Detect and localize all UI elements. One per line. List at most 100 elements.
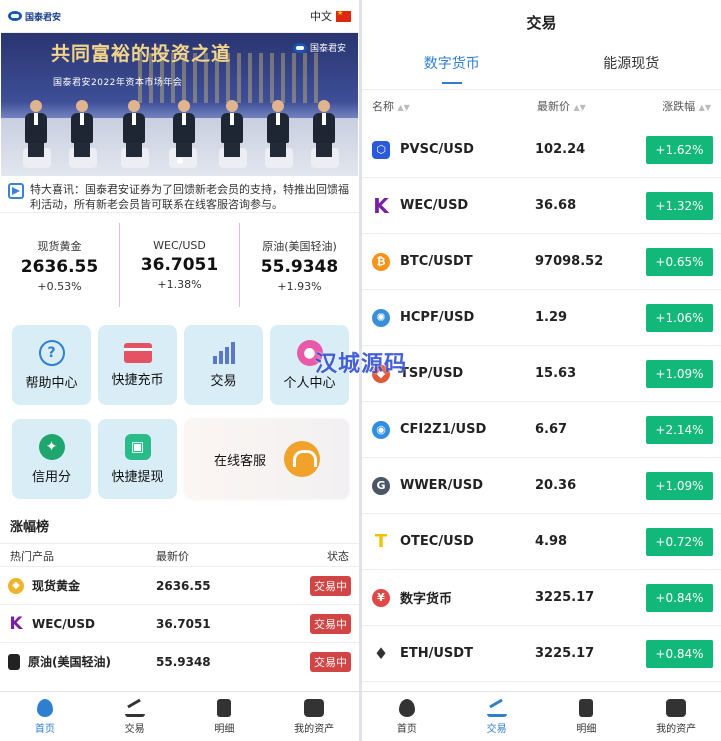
change-badge: +1.62% xyxy=(646,135,713,164)
pagination-dot[interactable] xyxy=(176,158,183,164)
sort-change[interactable]: 涨跌幅 ▲▼ xyxy=(651,98,711,114)
sort-name[interactable]: 名称 ▲▼ xyxy=(372,98,537,114)
quick-recharge-button[interactable]: 快捷充币 xyxy=(98,325,177,405)
quote-card[interactable]: WEC/USD 36.7051 +1.38% xyxy=(119,223,239,307)
status-badge: 交易中 xyxy=(310,613,351,634)
change-badge: +2.14% xyxy=(646,415,713,444)
tab-assets[interactable]: 我的资产 xyxy=(631,692,721,741)
tab-trade[interactable]: 交易 xyxy=(90,692,180,741)
tab-label: 明细 xyxy=(576,723,597,735)
assets-wallet-icon xyxy=(304,698,325,717)
tab-home[interactable]: 首页 xyxy=(362,692,452,741)
table-row[interactable]: T OTEC/USD 4.98 +0.72% xyxy=(362,514,721,570)
table-row[interactable]: ¥ 数字货币 3225.17 +0.84% xyxy=(362,570,721,626)
quote-price: 55.9348 xyxy=(260,256,339,277)
table-row[interactable]: K WEC/USD 36.68 +1.32% xyxy=(362,178,721,234)
product-price: 2636.55 xyxy=(156,578,211,593)
trade-icon xyxy=(486,699,507,717)
details-icon xyxy=(579,698,594,717)
change-badge: +0.65% xyxy=(646,247,713,276)
list-item[interactable]: ◆ 现货黄金 2636.55 交易中 xyxy=(0,566,359,604)
bottom-nav: 首页 交易 明细 我的资产 xyxy=(0,691,359,741)
col-status: 状态 xyxy=(327,550,349,563)
table-row[interactable]: ₿ BTC/USDT 97098.52 +0.65% xyxy=(362,234,721,290)
home-flame-icon xyxy=(398,698,415,717)
quick-withdraw-button[interactable]: ▣ 快捷提现 xyxy=(98,419,177,499)
online-service-label: 在线客服 xyxy=(213,453,266,469)
tab-assets[interactable]: 我的资产 xyxy=(269,692,359,741)
page-title: 交易 xyxy=(526,14,557,32)
quote-change: +1.93% xyxy=(277,279,322,293)
pair-price: 102.24 xyxy=(535,142,586,157)
promo-banner[interactable]: 共同富裕的投资之道 国泰君安 国泰君安2022年资本市场年会 xyxy=(1,33,358,176)
language-switch[interactable]: 中文 xyxy=(310,8,351,24)
banner-logo-icon xyxy=(292,42,307,53)
quote-card[interactable]: 原油(美国轻油) 55.9348 +1.93% xyxy=(239,223,359,307)
trade-button[interactable]: 交易 xyxy=(184,325,263,405)
quote-change: +0.53% xyxy=(37,279,82,293)
pair-price: 36.68 xyxy=(535,198,577,213)
quick-withdraw-label: 快捷提现 xyxy=(111,469,164,485)
list-item[interactable]: K WEC/USD 36.7051 交易中 xyxy=(0,604,359,642)
sort-icon: ▲▼ xyxy=(573,103,586,112)
list-item[interactable]: 原油(美国轻油) 55.9348 交易中 xyxy=(0,642,359,680)
pair-name: 数字货币 xyxy=(400,592,453,607)
logo-icon xyxy=(8,11,22,21)
quote-card[interactable]: 现货黄金 2636.55 +0.53% xyxy=(0,223,119,307)
change-badge: +1.06% xyxy=(646,303,713,332)
language-label: 中文 xyxy=(310,10,332,23)
announcement-icon xyxy=(8,183,24,199)
table-row[interactable]: ✺ HCPF/USD 1.29 +1.06% xyxy=(362,290,721,346)
product-name: 原油(美国轻油) xyxy=(28,655,111,669)
card-icon xyxy=(123,342,152,363)
gainers-header: 热门产品 最新价 状态 xyxy=(0,544,359,566)
gainers-title: 涨幅榜 xyxy=(0,506,359,544)
tab-energy-spot[interactable]: 能源现货 xyxy=(542,45,721,90)
pair-price: 97098.52 xyxy=(535,254,604,269)
wec-k-icon: K xyxy=(373,193,389,218)
quote-summary: 现货黄金 2636.55 +0.53% WEC/USD 36.7051 +1.3… xyxy=(0,213,359,311)
wwer-coin-icon: G xyxy=(372,476,390,495)
quote-price: 2636.55 xyxy=(20,256,99,277)
question-icon: ? xyxy=(38,339,65,366)
product-price: 55.9348 xyxy=(156,654,211,669)
banner-brand-text: 国泰君安 xyxy=(309,44,346,54)
bottom-nav: 首页 交易 明细 我的资产 xyxy=(362,691,721,741)
tab-details[interactable]: 明细 xyxy=(542,692,632,741)
tab-label: 首页 xyxy=(396,723,417,735)
credit-score-button[interactable]: ✦ 信用分 xyxy=(12,419,91,499)
sort-price[interactable]: 最新价 ▲▼ xyxy=(537,98,651,114)
pair-price: 15.63 xyxy=(535,366,577,381)
change-badge: +1.32% xyxy=(646,191,713,220)
tab-label: 交易 xyxy=(486,723,507,735)
table-row[interactable]: ◆ TSP/USD 15.63 +1.09% xyxy=(362,346,721,402)
notice-text: 特大喜讯：国泰君安证券为了回馈新老会员的支持，特推出回馈福利活动，所有新老会员皆… xyxy=(30,183,349,211)
table-row[interactable]: ♦ ETH/USDT 3225.17 +0.84% xyxy=(362,626,721,682)
tab-details[interactable]: 明细 xyxy=(180,692,270,741)
china-flag-icon xyxy=(336,9,351,22)
notice-bar[interactable]: 特大喜讯：国泰君安证券为了回馈新老会员的支持，特推出回馈福利活动，所有新老会员皆… xyxy=(0,176,359,213)
header-label: 最新价 xyxy=(537,100,570,113)
pair-name: WEC/USD xyxy=(400,198,469,213)
banner-title: 共同富裕的投资之道 xyxy=(51,43,232,65)
tab-digital-currency[interactable]: 数字货币 xyxy=(362,45,542,90)
product-name: 现货黄金 xyxy=(32,579,81,593)
sort-icon: ▲▼ xyxy=(397,103,410,112)
pair-name: PVSC/USD xyxy=(400,142,474,157)
ethereum-icon: ♦ xyxy=(373,644,389,663)
pair-name: CFI2Z1/USD xyxy=(400,422,487,437)
tab-home[interactable]: 首页 xyxy=(0,692,90,741)
table-row[interactable]: ◉ CFI2Z1/USD 6.67 +2.14% xyxy=(362,402,721,458)
pair-name: BTC/USDT xyxy=(400,254,473,269)
tab-label: 首页 xyxy=(34,723,55,735)
pair-price: 3225.17 xyxy=(535,590,595,605)
tab-trade[interactable]: 交易 xyxy=(452,692,542,741)
online-service-button[interactable]: 在线客服 xyxy=(185,419,349,499)
wec-k-icon: K xyxy=(9,613,23,634)
table-row[interactable]: ⬡ PVSC/USD 102.24 +1.62% xyxy=(362,122,721,178)
cfi-coin-icon: ◉ xyxy=(372,420,390,439)
table-row[interactable]: G WWER/USD 20.36 +1.09% xyxy=(362,458,721,514)
help-center-button[interactable]: ? 帮助中心 xyxy=(12,325,91,405)
quote-name: 现货黄金 xyxy=(37,239,82,253)
details-icon xyxy=(217,698,232,717)
